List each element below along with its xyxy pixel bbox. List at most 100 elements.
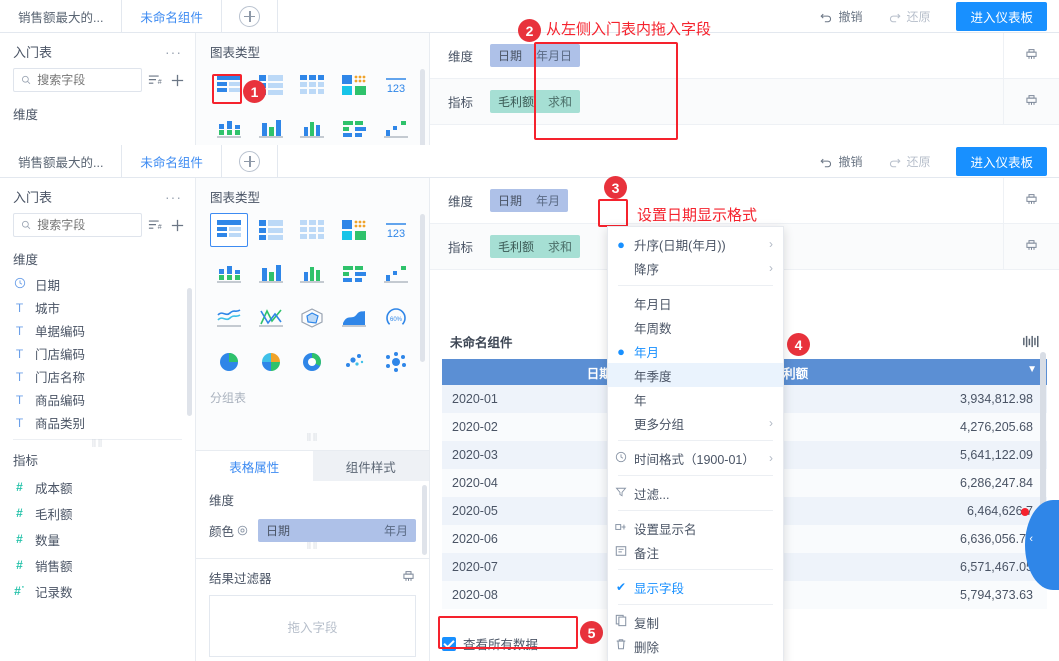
add-tab-button[interactable] <box>221 145 278 177</box>
menu-item-remark[interactable]: 备注 <box>608 540 783 564</box>
menu-item-ymd[interactable]: 年月日 <box>608 291 783 315</box>
fields-scrollbar[interactable] <box>187 288 192 416</box>
chart-type-scrollbar[interactable] <box>420 214 425 362</box>
field-chip-date[interactable]: 日期 年月 <box>490 189 569 212</box>
chart-type-stacked-bar[interactable] <box>210 112 248 146</box>
chart-type-bubble[interactable] <box>335 345 373 379</box>
color-field-chip[interactable]: 日期 年月 <box>258 519 416 542</box>
view-all-data-checkbox-row[interactable]: 查看所有数据 <box>442 634 538 653</box>
chart-type-sunburst[interactable] <box>377 345 415 379</box>
field-item-store-code[interactable]: T 门店编码 <box>0 342 195 365</box>
field-item-cost[interactable]: # 成本额 <box>0 474 195 500</box>
field-item-product-code[interactable]: T 商品编码 <box>0 388 195 411</box>
chart-type-detail-table[interactable] <box>294 68 332 102</box>
chart-type-matrix-table[interactable] <box>335 68 373 102</box>
chart-type-horizontal-bar[interactable] <box>335 257 373 291</box>
sort-icon[interactable]: # <box>148 218 164 233</box>
shelf-metric-dropzone[interactable]: 毛利额 求和 <box>490 90 1003 113</box>
properties-scrollbar[interactable] <box>422 485 427 555</box>
chart-type-matrix-table[interactable] <box>335 213 373 247</box>
chart-type-detail-table[interactable] <box>294 213 332 247</box>
broom-icon[interactable] <box>401 570 416 585</box>
chart-type-column[interactable] <box>252 112 290 146</box>
sort-icon[interactable]: # <box>148 73 164 88</box>
chart-type-gauge[interactable]: 60% <box>377 301 415 335</box>
shelf-dimension-clear[interactable] <box>1003 178 1059 223</box>
field-item-quantity[interactable]: # 数量 <box>0 526 195 552</box>
chart-type-column[interactable] <box>252 257 290 291</box>
chart-type-multi-line[interactable] <box>210 301 248 335</box>
field-item-city[interactable]: T 城市 <box>0 296 195 319</box>
search-box[interactable] <box>13 68 142 92</box>
redo-button[interactable]: 还原 <box>888 8 930 25</box>
chart-type-stacked-bar[interactable] <box>210 257 248 291</box>
chart-type-bar[interactable] <box>294 112 332 146</box>
field-item-store-name[interactable]: T 门店名称 <box>0 365 195 388</box>
chart-type-bar[interactable] <box>294 257 332 291</box>
search-box[interactable] <box>13 213 142 237</box>
tab-unnamed-component[interactable]: 未命名组件 <box>122 145 222 177</box>
enter-dashboard-button[interactable]: 进入仪表板 <box>956 146 1047 176</box>
properties-resize-grip[interactable]: ⣿⣿ <box>196 542 429 550</box>
field-item-bill-code[interactable]: T 单据编码 <box>0 319 195 342</box>
enter-dashboard-button[interactable]: 进入仪表板 <box>956 1 1047 31</box>
chart-type-rose-pie[interactable] <box>252 345 290 379</box>
tab-component-style[interactable]: 组件样式 <box>312 451 429 481</box>
add-field-icon[interactable] <box>170 73 185 88</box>
chart-type-area[interactable] <box>335 301 373 335</box>
field-chip-date[interactable]: 日期 年月日 <box>490 44 581 67</box>
tab-unnamed-component[interactable]: 未命名组件 <box>122 0 222 32</box>
resize-grip[interactable]: ⣿⣿ <box>0 440 195 448</box>
chart-type-group-table[interactable] <box>210 213 248 247</box>
shelf-metric-clear[interactable] <box>1003 79 1059 124</box>
menu-item-filter[interactable]: 过滤... <box>608 481 783 505</box>
chart-type-area-line[interactable] <box>252 301 290 335</box>
field-item-gross-profit[interactable]: # 毛利额 <box>0 500 195 526</box>
tab-table-properties[interactable]: 表格属性 <box>196 451 313 481</box>
chart-type-cross-table[interactable] <box>252 213 290 247</box>
undo-button[interactable]: 撤销 <box>820 8 862 25</box>
add-field-icon[interactable] <box>170 218 185 233</box>
chart-type-scatter-step[interactable] <box>377 257 415 291</box>
chart-type-donut[interactable] <box>294 345 332 379</box>
field-item-product-category[interactable]: T 商品类别 <box>0 411 195 434</box>
chart-type-horizontal-bar[interactable] <box>335 112 373 146</box>
menu-item-year-month[interactable]: ● 年月 <box>608 339 783 363</box>
menu-item-set-display-name[interactable]: 设置显示名 <box>608 516 783 540</box>
search-input[interactable] <box>37 218 134 232</box>
chart-type-scatter-step[interactable] <box>377 112 415 146</box>
shelf-metric-clear[interactable] <box>1003 224 1059 269</box>
chart-type-radar[interactable] <box>294 301 332 335</box>
menu-item-year[interactable]: 年 <box>608 387 783 411</box>
shelf-dimension-clear[interactable] <box>1003 33 1059 78</box>
search-input[interactable] <box>37 73 134 87</box>
add-tab-button[interactable] <box>221 0 278 32</box>
chart-panel-resize-grip[interactable]: ⣿⣿ <box>196 434 429 442</box>
field-item-sales[interactable]: # 销售额 <box>0 552 195 578</box>
chart-type-pie[interactable] <box>210 345 248 379</box>
shelf-dimension-dropzone[interactable]: 日期 年月日 <box>490 44 1003 67</box>
menu-item-year-week[interactable]: 年周数 <box>608 315 783 339</box>
field-chip-profit[interactable]: 毛利额 求和 <box>490 235 581 258</box>
bars-icon[interactable] <box>1022 335 1039 348</box>
chart-type-group-table[interactable] <box>210 68 248 102</box>
column-header-profit[interactable]: 毛利额 ▼ <box>756 359 1047 385</box>
field-chip-profit[interactable]: 毛利额 求和 <box>490 90 581 113</box>
more-icon[interactable]: ··· <box>165 44 182 60</box>
menu-item-delete[interactable]: 删除 <box>608 634 783 658</box>
chart-type-kpi[interactable]: 123 <box>377 68 415 102</box>
result-filter-dropzone[interactable]: 拖入字段 <box>209 595 416 657</box>
menu-item-show-field[interactable]: ✔ 显示字段 <box>608 575 783 599</box>
checkbox-checked-icon[interactable] <box>442 636 456 651</box>
sort-caret-icon[interactable]: ▼ <box>1027 364 1037 375</box>
menu-item-time-format[interactable]: 时间格式（1900-01） › <box>608 446 783 470</box>
tab-sales-max[interactable]: 销售额最大的... <box>0 145 123 177</box>
field-item-record-count[interactable]: #˙ 记录数 <box>0 578 195 604</box>
menu-item-copy[interactable]: 复制 <box>608 610 783 634</box>
chart-type-kpi[interactable]: 123 <box>377 213 415 247</box>
menu-item-year-quarter[interactable]: 年季度 <box>608 363 783 387</box>
menu-item-sort-asc[interactable]: ● 升序(日期(年月)) › <box>608 232 783 256</box>
undo-button[interactable]: 撤销 <box>820 153 862 170</box>
redo-button[interactable]: 还原 <box>888 153 930 170</box>
field-item-date[interactable]: 日期 <box>0 273 195 296</box>
